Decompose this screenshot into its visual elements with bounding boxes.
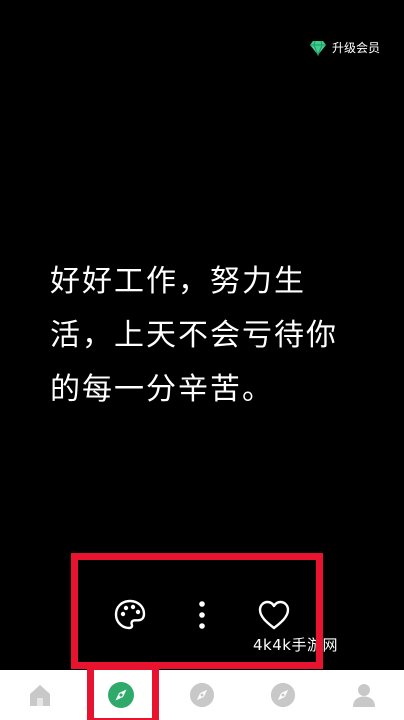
compass-icon bbox=[189, 682, 215, 708]
compass-icon bbox=[108, 682, 135, 708]
palette-icon bbox=[114, 599, 146, 630]
heart-outline-icon bbox=[258, 600, 290, 630]
tab-explore[interactable] bbox=[162, 670, 243, 720]
tab-discover[interactable] bbox=[81, 670, 162, 720]
diamond-icon bbox=[309, 40, 326, 56]
compass-icon bbox=[270, 682, 295, 708]
action-bar bbox=[0, 590, 404, 640]
theme-button[interactable] bbox=[110, 590, 150, 640]
tab-profile[interactable] bbox=[323, 670, 404, 720]
watermark-text: 4k4k手游网 bbox=[253, 636, 338, 654]
tab-browse[interactable] bbox=[242, 670, 323, 720]
bottom-tab-bar bbox=[0, 670, 404, 720]
more-vertical-icon bbox=[199, 601, 205, 629]
favorite-button[interactable] bbox=[254, 590, 294, 640]
tab-home[interactable] bbox=[0, 670, 81, 720]
upgrade-vip-label: 升级会员 bbox=[331, 41, 380, 55]
app-screen: 升级会员 好好工作，努力生活，上天不会亏待你的每一分辛苦。 4k4k手游网 bbox=[0, 0, 404, 720]
more-button[interactable] bbox=[182, 590, 222, 640]
profile-icon bbox=[352, 684, 375, 707]
upgrade-vip-button[interactable]: 升级会员 bbox=[309, 40, 380, 56]
quote-text: 好好工作，努力生活，上天不会亏待你的每一分辛苦。 bbox=[50, 264, 338, 407]
home-icon bbox=[30, 685, 51, 706]
